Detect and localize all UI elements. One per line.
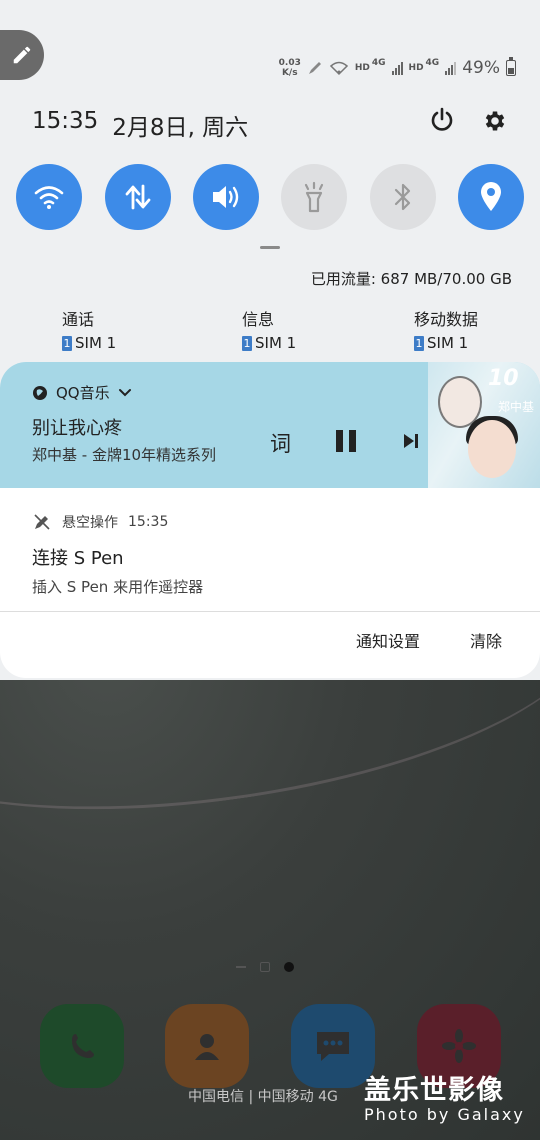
carrier-label: 中国电信 | 中国移动 4G	[188, 1089, 338, 1105]
toggle-wifi[interactable]	[16, 164, 82, 230]
data-usage: 已用流量: 687 MB/70.00 GB	[310, 270, 512, 288]
chevron-down-icon	[118, 388, 131, 396]
sim-pref-messages[interactable]: 信息 1 SIM 1	[242, 306, 296, 352]
date: 2月8日, 周六	[112, 115, 249, 141]
expand-handle[interactable]	[260, 246, 280, 249]
sim-slot-badge: 1	[242, 335, 252, 351]
sim-pref-mobile-data[interactable]: 移动数据 1 SIM 1	[414, 306, 478, 352]
flower-icon	[442, 1029, 476, 1063]
song-artist-album: 郑中基 - 金牌10年精选系列	[32, 446, 217, 464]
spen-notification[interactable]: 悬空操作 15:35 连接 S Pen 插入 S Pen 来用作遥控器	[0, 488, 540, 612]
clear-button[interactable]: 清除	[470, 628, 502, 652]
notification-time: 15:35	[128, 514, 169, 530]
sim-slot-badge: 1	[62, 335, 72, 351]
gear-icon	[485, 111, 505, 131]
phone-icon	[72, 1034, 94, 1058]
flashlight-icon	[304, 181, 324, 213]
toggle-location[interactable]	[458, 164, 524, 230]
sim-slot-badge: 1	[414, 335, 424, 351]
qq-music-icon	[33, 385, 47, 400]
contact-icon	[195, 1034, 219, 1060]
phone-app[interactable]	[40, 1004, 124, 1088]
notification-title: 连接 S Pen	[32, 548, 124, 569]
signal-icon	[445, 61, 457, 75]
toggle-mobile-data[interactable]	[105, 164, 171, 230]
toggle-flashlight[interactable]	[281, 164, 347, 230]
contacts-app[interactable]	[165, 1004, 249, 1088]
battery-percent: 49%	[462, 58, 500, 78]
power-icon	[431, 107, 453, 131]
bluetooth-icon	[394, 183, 411, 211]
spen-air-action-icon	[34, 514, 50, 530]
page-indicator	[236, 962, 294, 972]
location-pin-icon	[481, 182, 501, 211]
next-track-button[interactable]	[402, 432, 420, 454]
sim-preferences: 通话 1 SIM 1 信息 1 SIM 1 移动数据 1 SIM 1	[0, 306, 540, 354]
battery-icon	[506, 57, 516, 76]
network-speed: 0.03 K/s	[278, 58, 301, 78]
wifi-icon	[34, 186, 64, 209]
media-app-header[interactable]: QQ音乐	[32, 382, 132, 403]
settings-button[interactable]	[482, 108, 508, 138]
pencil-icon	[13, 46, 31, 64]
notification-settings-button[interactable]: 通知设置	[356, 628, 420, 652]
power-button[interactable]	[428, 106, 456, 138]
pause-button[interactable]	[336, 430, 356, 452]
speaker-icon	[213, 186, 239, 208]
notification-body: 插入 S Pen 来用作遥控器	[32, 578, 204, 596]
skip-next-icon	[404, 434, 418, 448]
status-bar: 0.03 K/s HD 4G HD 4G 49%	[279, 56, 516, 80]
toggle-sound[interactable]	[193, 164, 259, 230]
lyrics-button[interactable]: 词	[270, 428, 291, 458]
song-title: 别让我心疼	[32, 418, 122, 439]
galaxy-watermark: 盖乐世影像 Photo by Galaxy	[364, 1075, 525, 1124]
data-arrows-icon	[125, 184, 151, 210]
wifi-status-icon	[329, 61, 348, 76]
message-icon	[317, 1032, 349, 1061]
album-cover: 10 郑中基	[428, 362, 540, 488]
media-notification[interactable]: 10 郑中基 QQ音乐 别让我心疼 郑中基 - 金牌10年精选系列 词	[0, 362, 540, 488]
sim-pref-calls[interactable]: 通话 1 SIM 1	[62, 306, 116, 352]
quick-toggles	[16, 164, 526, 230]
edit-button[interactable]	[0, 30, 44, 80]
clock: 15:35	[32, 108, 99, 134]
notifications-card: 10 郑中基 QQ音乐 别让我心疼 郑中基 - 金牌10年精选系列 词 悬空操作…	[0, 362, 540, 678]
messages-app[interactable]	[291, 1004, 375, 1088]
notification-actions: 通知设置 清除	[0, 628, 540, 662]
pen-status-icon	[308, 62, 321, 74]
home-page-icon	[260, 962, 270, 972]
toggle-bluetooth[interactable]	[370, 164, 436, 230]
notification-app-name: 悬空操作	[62, 515, 118, 531]
signal-icon	[391, 61, 403, 75]
date-time[interactable]: 15:35 2月8日, 周六	[32, 108, 248, 142]
